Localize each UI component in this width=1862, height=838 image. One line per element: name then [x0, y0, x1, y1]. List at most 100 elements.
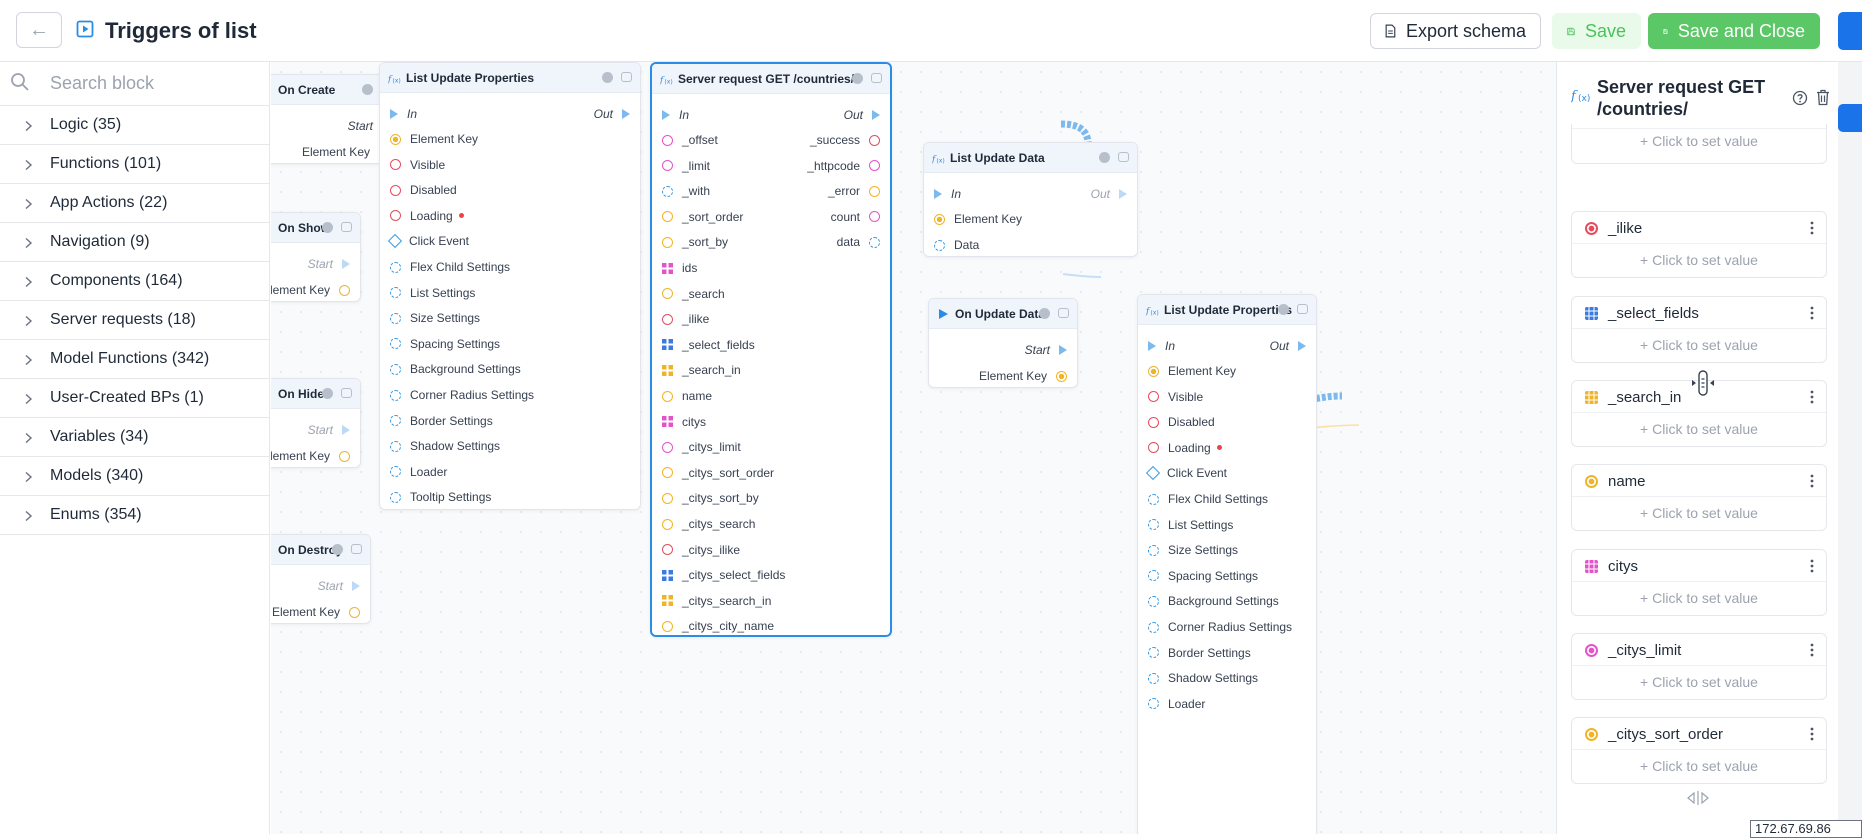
category-item[interactable]: Logic (35): [0, 106, 269, 145]
exec-pin-icon[interactable]: [1148, 341, 1156, 351]
exec-pin-icon[interactable]: [622, 109, 630, 119]
event-pin-icon[interactable]: [387, 234, 403, 249]
struct-pin-icon[interactable]: [1148, 595, 1159, 607]
data-pin-icon[interactable]: [662, 390, 673, 402]
data-pin-icon[interactable]: [662, 441, 673, 453]
array-pin-icon[interactable]: [662, 416, 673, 428]
comment-icon[interactable]: [1297, 304, 1308, 314]
data-pin-icon[interactable]: [339, 284, 350, 296]
data-pin-icon[interactable]: [662, 620, 673, 632]
category-item[interactable]: Server requests (18): [0, 301, 269, 340]
node-header[interactable]: On Show: [271, 213, 360, 243]
set-value-link[interactable]: + Click to set value: [1572, 590, 1826, 606]
comment-icon[interactable]: [621, 72, 632, 82]
data-pin-icon[interactable]: [1148, 442, 1159, 454]
help-icon[interactable]: [1792, 90, 1808, 106]
struct-pin-icon[interactable]: [934, 239, 945, 251]
comment-icon[interactable]: [341, 222, 352, 232]
comment-icon[interactable]: [871, 73, 882, 83]
info-icon[interactable]: [852, 73, 863, 84]
set-value-link[interactable]: + Click to set value: [1572, 505, 1826, 521]
struct-pin-icon[interactable]: [390, 389, 401, 401]
panel-resize-handle[interactable]: [1684, 790, 1712, 806]
node-header[interactable]: f (x) List Update Properties: [380, 63, 640, 93]
set-value-link[interactable]: + Click to set value: [1572, 421, 1826, 437]
category-item[interactable]: Variables (34): [0, 418, 269, 457]
exec-pin-icon[interactable]: [352, 581, 360, 591]
struct-pin-icon[interactable]: [390, 287, 401, 299]
category-item[interactable]: Components (164): [0, 262, 269, 301]
data-pin-icon[interactable]: [662, 492, 673, 504]
node-server-request[interactable]: f (x) Server request GET /countries/In Out _…: [650, 62, 892, 637]
comment-icon[interactable]: [1118, 152, 1129, 162]
back-button[interactable]: ←: [16, 12, 62, 48]
struct-pin-icon[interactable]: [390, 491, 401, 503]
kebab-menu-icon[interactable]: [1810, 642, 1814, 658]
save-and-close-button[interactable]: Save and Close: [1648, 13, 1820, 49]
data-pin-icon[interactable]: [869, 211, 880, 223]
struct-pin-icon[interactable]: [390, 466, 401, 478]
data-pin-icon[interactable]: [869, 160, 880, 172]
info-icon[interactable]: [1039, 308, 1050, 319]
kebab-menu-icon[interactable]: [1810, 105, 1814, 121]
node-header[interactable]: On Update Data: [929, 299, 1077, 329]
data-pin-icon[interactable]: [662, 518, 673, 530]
info-icon[interactable]: [1099, 152, 1110, 163]
connected-pin-icon[interactable]: [1148, 365, 1159, 377]
struct-pin-icon[interactable]: [1148, 544, 1159, 556]
data-pin-icon[interactable]: [1148, 391, 1159, 403]
data-pin-icon[interactable]: [390, 210, 401, 222]
exec-pin-icon[interactable]: [934, 189, 942, 199]
data-pin-icon[interactable]: [662, 467, 673, 479]
data-pin-icon[interactable]: [662, 544, 673, 556]
category-item[interactable]: Navigation (9): [0, 223, 269, 262]
category-item[interactable]: Models (340): [0, 457, 269, 496]
block-search-input[interactable]: [48, 68, 258, 98]
category-item[interactable]: Functions (101): [0, 145, 269, 184]
comment-icon[interactable]: [341, 388, 352, 398]
struct-pin-icon[interactable]: [390, 261, 401, 273]
struct-pin-icon[interactable]: [390, 363, 401, 375]
struct-pin-icon[interactable]: [1148, 493, 1159, 505]
category-item[interactable]: User-Created BPs (1): [0, 379, 269, 418]
exec-pin-icon[interactable]: [1119, 189, 1127, 199]
struct-pin-icon[interactable]: [1148, 647, 1159, 659]
struct-pin-icon[interactable]: [390, 440, 401, 452]
set-value-link[interactable]: + Click to set value: [1572, 674, 1826, 690]
array-pin-icon[interactable]: [662, 595, 673, 607]
node-header[interactable]: f (x) List Update Properties: [1138, 295, 1316, 325]
data-pin-icon[interactable]: [662, 134, 673, 146]
node-header[interactable]: f (x) Server request GET /countries/: [652, 64, 890, 94]
exec-pin-icon[interactable]: [872, 110, 880, 120]
info-icon[interactable]: [602, 72, 613, 83]
data-pin-icon[interactable]: [662, 313, 673, 325]
data-pin-icon[interactable]: [390, 159, 401, 171]
struct-pin-icon[interactable]: [1148, 519, 1159, 531]
array-pin-icon[interactable]: [662, 339, 673, 351]
node-on-hide[interactable]: On Hide Start Element Key: [271, 378, 361, 468]
category-item[interactable]: Enums (354): [0, 496, 269, 535]
connected-pin-icon[interactable]: [934, 213, 945, 225]
comment-icon[interactable]: [351, 544, 362, 554]
struct-pin-icon[interactable]: [1148, 621, 1159, 633]
kebab-menu-icon[interactable]: [1810, 473, 1814, 489]
data-pin-icon[interactable]: [662, 160, 673, 172]
exec-pin-icon[interactable]: [390, 109, 398, 119]
data-pin-icon[interactable]: [390, 184, 401, 196]
set-value-link[interactable]: + Click to set value: [1572, 133, 1826, 149]
node-header[interactable]: On Destroy: [271, 535, 370, 565]
info-icon[interactable]: [362, 84, 373, 95]
data-pin-icon[interactable]: [662, 211, 673, 223]
node-list-update-data[interactable]: f (x) List Update Data In Out Element Key Data: [923, 142, 1138, 257]
struct-pin-icon[interactable]: [390, 312, 401, 324]
set-value-link[interactable]: + Click to set value: [1572, 758, 1826, 774]
struct-pin-icon[interactable]: [869, 236, 880, 248]
exec-pin-icon[interactable]: [1298, 341, 1306, 351]
node-header[interactable]: On Hide: [271, 379, 360, 409]
event-pin-icon[interactable]: [1145, 466, 1161, 481]
kebab-menu-icon[interactable]: [1810, 305, 1814, 321]
data-pin-icon[interactable]: [1148, 416, 1159, 428]
set-value-link[interactable]: + Click to set value: [1572, 337, 1826, 353]
save-button[interactable]: Save: [1552, 13, 1641, 49]
node-list-update-props-2[interactable]: f (x) List Update Properties In Out Element K…: [1137, 294, 1317, 834]
